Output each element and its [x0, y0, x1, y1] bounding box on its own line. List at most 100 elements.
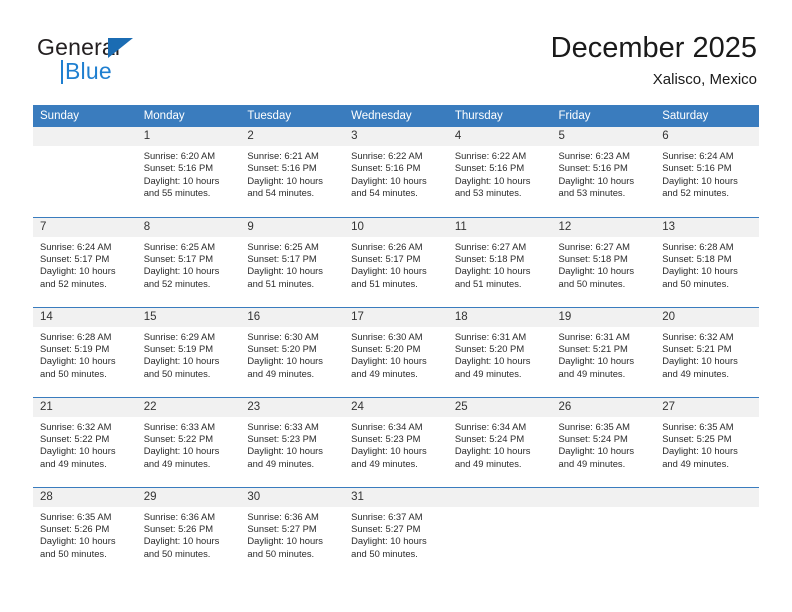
- day-number: 11: [447, 217, 552, 237]
- day-details: Sunrise: 6:30 AM Sunset: 5:20 PM Daylight:…: [344, 327, 448, 381]
- day-details: Sunrise: 6:22 AM Sunset: 5:16 PM Daylight:…: [344, 146, 448, 200]
- daylight-text-line2: and 49 minutes.: [558, 367, 626, 379]
- daylight-text-line1: Daylight: 10 hours: [558, 355, 635, 367]
- day-number: 5: [551, 127, 656, 146]
- daylight-text-line1: Daylight: 10 hours: [247, 174, 323, 186]
- calendar-day-cell[interactable]: 5 Sunrise: 6:23 AM Sunset: 5:16 PM Daylight…: [551, 127, 656, 218]
- calendar-day-cell[interactable]: 7 Sunrise: 6:24 AM Sunset: 5:17 PM Daylight…: [33, 217, 137, 308]
- calendar-day-cell[interactable]: 1 Sunrise: 6:20 AM Sunset: 5:16 PM Daylight…: [136, 127, 241, 218]
- calendar-day-cell[interactable]: 20 Sunrise: 6:32 AM Sunset: 5:21 PM Dayligh…: [655, 307, 759, 398]
- day-details: Sunrise: 6:35 AM Sunset: 5:25 PM Daylight:…: [655, 417, 759, 471]
- day-number: 23: [240, 397, 345, 417]
- calendar-day-cell[interactable]: 9 Sunrise: 6:25 AM Sunset: 5:17 PM Daylight…: [240, 217, 345, 308]
- sunset-text: Sunset: 5:22 PM: [40, 432, 110, 444]
- sunrise-text: Sunrise: 6:37 AM: [351, 510, 423, 522]
- calendar-day-cell[interactable]: 3 Sunrise: 6:22 AM Sunset: 5:16 PM Daylight…: [344, 127, 448, 218]
- weekday-header-thursday: Thursday: [447, 105, 552, 127]
- sunrise-text: Sunrise: 6:22 AM: [351, 150, 423, 161]
- sunrise-text: Sunrise: 6:32 AM: [40, 420, 112, 432]
- day-number: 22: [136, 397, 241, 417]
- weekday-header-tuesday: Tuesday: [240, 105, 345, 127]
- day-number: 28: [33, 487, 137, 507]
- sunset-text: Sunset: 5:18 PM: [558, 252, 628, 264]
- sunrise-text: Sunrise: 6:26 AM: [351, 240, 423, 252]
- calendar-day-cell[interactable]: 19 Sunrise: 6:31 AM Sunset: 5:21 PM Dayligh…: [551, 307, 656, 398]
- day-details: Sunrise: 6:34 AM Sunset: 5:24 PM Daylight:…: [448, 417, 552, 471]
- sunrise-text: Sunrise: 6:27 AM: [558, 240, 630, 252]
- calendar-day-cell[interactable]: 24 Sunrise: 6:34 AM Sunset: 5:23 PM Dayligh…: [344, 397, 448, 488]
- daylight-text-line2: and 49 minutes.: [247, 367, 315, 379]
- sunset-text: Sunset: 5:16 PM: [351, 162, 421, 174]
- calendar-day-cell[interactable]: 11 Sunrise: 6:27 AM Sunset: 5:18 PM Dayligh…: [447, 217, 552, 308]
- calendar-day-cell[interactable]: 10 Sunrise: 6:26 AM Sunset: 5:17 PM Dayligh…: [344, 217, 448, 308]
- calendar-day-cell[interactable]: 26 Sunrise: 6:35 AM Sunset: 5:24 PM Dayligh…: [551, 397, 656, 488]
- sunrise-text: Sunrise: 6:23 AM: [558, 150, 630, 161]
- sunrise-text: Sunrise: 6:35 AM: [662, 420, 734, 432]
- sunrise-text: Sunrise: 6:36 AM: [143, 510, 216, 522]
- sunset-text: Sunset: 5:17 PM: [247, 252, 317, 264]
- day-details: Sunrise: 6:24 AM Sunset: 5:17 PM Daylight:…: [33, 237, 137, 291]
- day-details: Sunrise: 6:32 AM Sunset: 5:22 PM Daylight:…: [33, 417, 137, 471]
- calendar-day-cell[interactable]: 31 Sunrise: 6:37 AM Sunset: 5:27 PM Dayligh…: [344, 487, 448, 577]
- daylight-text-line1: Daylight: 10 hours: [143, 174, 220, 186]
- daylight-text-line2: and 49 minutes.: [454, 367, 522, 379]
- calendar-day-cell[interactable]: 27 Sunrise: 6:35 AM Sunset: 5:25 PM Dayligh…: [655, 397, 759, 488]
- day-number: 13: [655, 217, 759, 237]
- calendar-day-cell[interactable]: 8 Sunrise: 6:25 AM Sunset: 5:17 PM Daylight…: [136, 217, 241, 308]
- sunrise-text: Sunrise: 6:27 AM: [454, 240, 527, 252]
- daylight-text-line1: Daylight: 10 hours: [40, 355, 116, 367]
- calendar-day-cell[interactable]: 25 Sunrise: 6:34 AM Sunset: 5:24 PM Dayligh…: [447, 397, 552, 488]
- calendar-day-cell[interactable]: 12 Sunrise: 6:27 AM Sunset: 5:18 PM Dayligh…: [551, 217, 656, 308]
- day-details: Sunrise: 6:30 AM Sunset: 5:20 PM Daylight:…: [240, 327, 344, 381]
- daylight-text-line2: and 54 minutes.: [247, 187, 315, 199]
- sunrise-text: Sunrise: 6:22 AM: [454, 150, 527, 161]
- day-details: Sunrise: 6:34 AM Sunset: 5:23 PM Daylight:…: [344, 417, 448, 471]
- calendar-day-cell[interactable]: 23 Sunrise: 6:33 AM Sunset: 5:23 PM Dayligh…: [240, 397, 345, 488]
- day-details: Sunrise: 6:25 AM Sunset: 5:17 PM Daylight:…: [137, 237, 241, 291]
- day-details: Sunrise: 6:31 AM Sunset: 5:20 PM Daylight:…: [448, 327, 552, 381]
- sunrise-text: Sunrise: 6:28 AM: [662, 240, 734, 252]
- calendar-day-cell[interactable]: 21 Sunrise: 6:32 AM Sunset: 5:22 PM Dayligh…: [33, 397, 137, 488]
- weekday-header-wednesday: Wednesday: [344, 105, 448, 127]
- sunset-text: Sunset: 5:16 PM: [558, 162, 628, 174]
- calendar-day-cell[interactable]: 14 Sunrise: 6:28 AM Sunset: 5:19 PM Dayligh…: [33, 307, 137, 398]
- day-details: Sunrise: 6:22 AM Sunset: 5:16 PM Daylight:…: [448, 146, 552, 200]
- day-details: Sunrise: 6:27 AM Sunset: 5:18 PM Daylight:…: [552, 237, 656, 291]
- calendar-day-cell[interactable]: 16 Sunrise: 6:30 AM Sunset: 5:20 PM Dayligh…: [240, 307, 345, 398]
- daylight-text-line2: and 49 minutes.: [558, 457, 626, 469]
- calendar-day-cell[interactable]: 15 Sunrise: 6:29 AM Sunset: 5:19 PM Dayligh…: [136, 307, 241, 398]
- calendar-day-cell[interactable]: 18 Sunrise: 6:31 AM Sunset: 5:20 PM Dayligh…: [447, 307, 552, 398]
- day-number: 24: [344, 397, 448, 417]
- calendar-day-cell[interactable]: 28 Sunrise: 6:35 AM Sunset: 5:26 PM Dayligh…: [33, 487, 137, 577]
- general-blue-logo[interactable]: General Blue: [35, 34, 265, 96]
- calendar-day-cell[interactable]: 29 Sunrise: 6:36 AM Sunset: 5:26 PM Dayligh…: [136, 487, 241, 577]
- daylight-text-line1: Daylight: 10 hours: [662, 445, 738, 457]
- weekday-header-saturday: Saturday: [655, 105, 759, 127]
- daylight-text-line2: and 50 minutes.: [351, 547, 418, 559]
- sunset-text: Sunset: 5:24 PM: [454, 432, 525, 444]
- calendar-empty-cell: [655, 487, 759, 577]
- day-number: [551, 487, 656, 507]
- calendar-day-cell[interactable]: 4 Sunrise: 6:22 AM Sunset: 5:16 PM Daylight…: [447, 127, 552, 218]
- day-number: 12: [551, 217, 656, 237]
- page-header: General Blue December 2025 Xalisco, Mexi…: [35, 30, 757, 98]
- day-number: 20: [655, 307, 759, 327]
- calendar-day-cell[interactable]: 2 Sunrise: 6:21 AM Sunset: 5:16 PM Daylight…: [240, 127, 345, 218]
- calendar-day-cell[interactable]: 17 Sunrise: 6:30 AM Sunset: 5:20 PM Dayligh…: [344, 307, 448, 398]
- calendar-day-cell[interactable]: 22 Sunrise: 6:33 AM Sunset: 5:22 PM Dayligh…: [136, 397, 241, 488]
- daylight-text-line2: and 49 minutes.: [40, 457, 107, 469]
- daylight-text-line2: and 51 minutes.: [247, 277, 315, 289]
- calendar-day-cell[interactable]: 30 Sunrise: 6:36 AM Sunset: 5:27 PM Dayligh…: [240, 487, 345, 577]
- calendar-day-cell[interactable]: 6 Sunrise: 6:24 AM Sunset: 5:16 PM Daylight…: [655, 127, 759, 218]
- daylight-text-line2: and 53 minutes.: [454, 187, 522, 199]
- daylight-text-line1: Daylight: 10 hours: [662, 265, 738, 277]
- day-details: Sunrise: 6:24 AM Sunset: 5:16 PM Daylight:…: [655, 146, 759, 200]
- page-title: December 2025: [550, 32, 757, 64]
- day-details: Sunrise: 6:23 AM Sunset: 5:16 PM Daylight:…: [552, 146, 656, 200]
- calendar-empty-cell: [447, 487, 552, 577]
- sunrise-text: Sunrise: 6:28 AM: [40, 330, 112, 342]
- sunrise-text: Sunrise: 6:34 AM: [351, 420, 423, 432]
- sunset-text: Sunset: 5:17 PM: [143, 252, 214, 264]
- daylight-text-line1: Daylight: 10 hours: [351, 445, 427, 457]
- calendar-day-cell[interactable]: 13 Sunrise: 6:28 AM Sunset: 5:18 PM Dayligh…: [655, 217, 759, 308]
